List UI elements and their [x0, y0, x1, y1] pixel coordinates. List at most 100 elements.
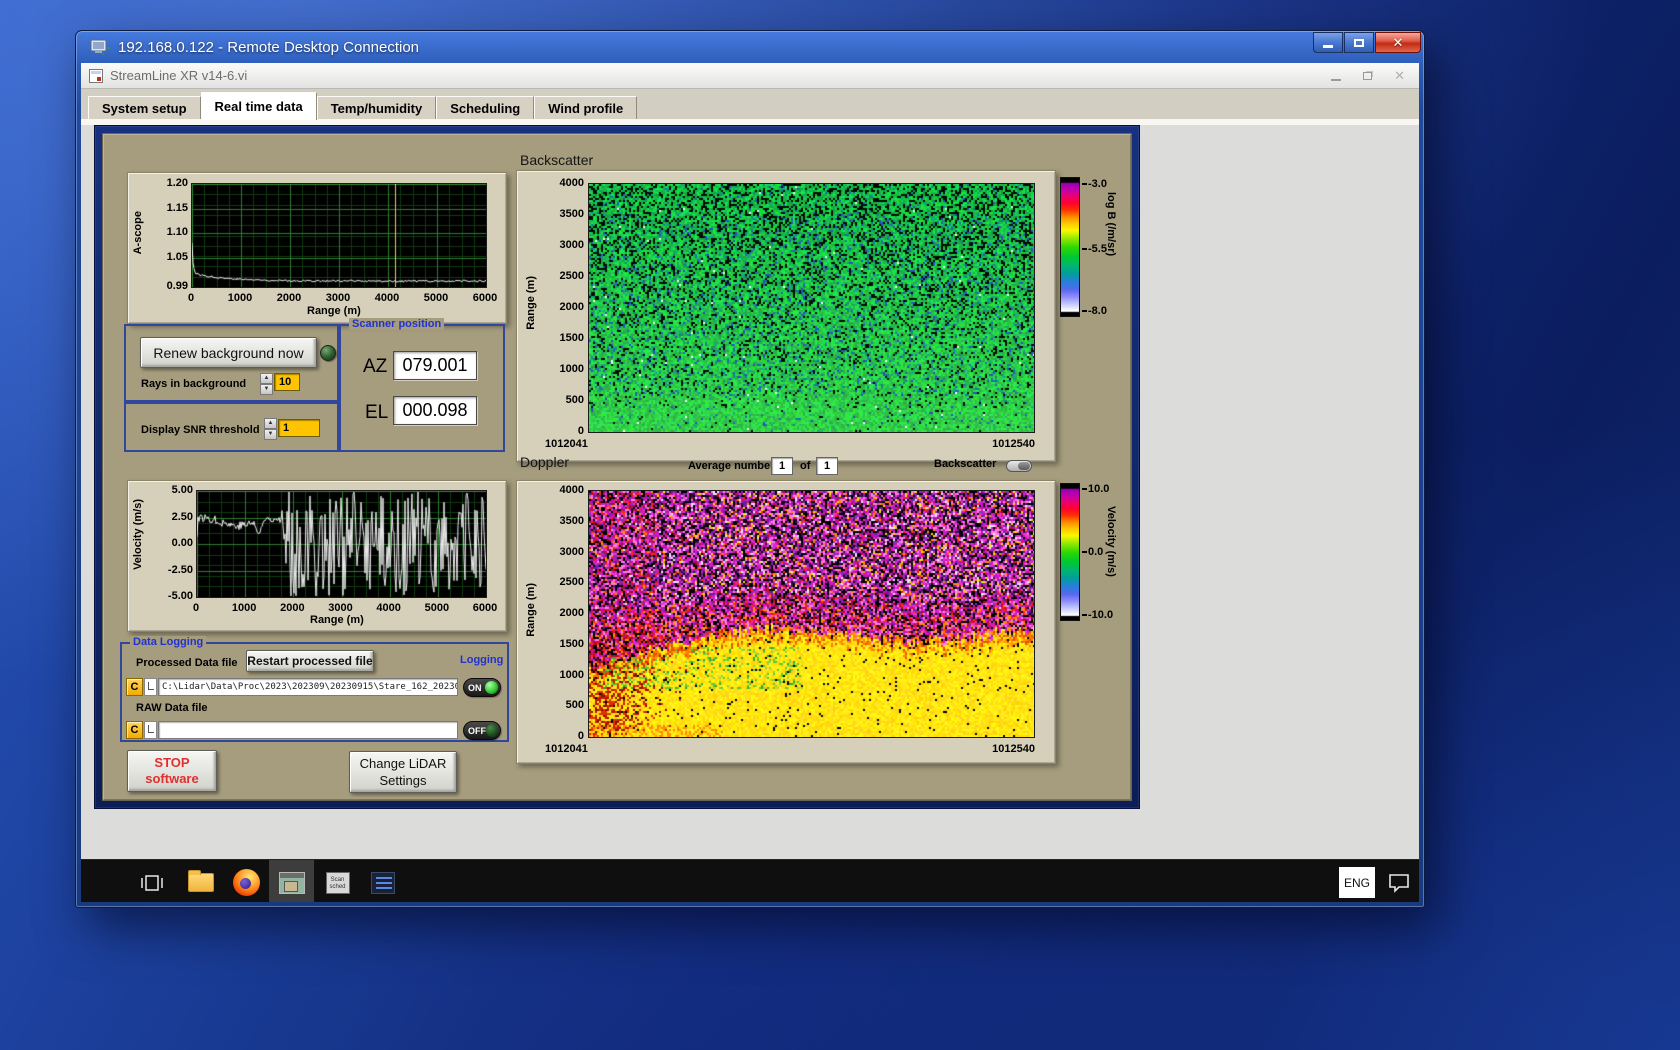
app-titlebar[interactable]: StreamLine XR v14-6.vi ✕ — [81, 63, 1419, 89]
processed-browse-icon[interactable] — [144, 678, 157, 696]
change-lidar-settings-button[interactable]: Change LiDAR Settings — [349, 751, 457, 793]
doppler-title: Doppler — [520, 454, 570, 470]
axis-tick-label: 0 — [577, 730, 584, 742]
firefox-button[interactable] — [224, 860, 269, 902]
raw-path-field[interactable] — [158, 721, 458, 739]
backscatter-display-toggle[interactable] — [1006, 460, 1032, 472]
toggle-knob-icon — [1018, 462, 1030, 470]
data-logging-groupbox: Data Logging Processed Data file Restart… — [120, 636, 509, 742]
average-number-input[interactable]: 1 — [771, 457, 793, 475]
backscatter-x-start: 1012041 — [545, 438, 588, 450]
notifications-button[interactable] — [1387, 872, 1411, 899]
axis-tick-label: 500 — [565, 699, 584, 712]
app-minimize-button[interactable] — [1331, 79, 1342, 81]
tab-bar: System setup Real time data Temp/humidit… — [81, 89, 1419, 120]
background-led — [320, 345, 336, 361]
el-label: EL — [365, 402, 389, 423]
snr-input[interactable]: 1 — [278, 419, 320, 437]
maximize-button[interactable] — [1344, 32, 1374, 53]
ascope-plot-area[interactable] — [191, 183, 487, 288]
ascope-xlabel: Range (m) — [307, 305, 361, 317]
minimize-button[interactable] — [1313, 32, 1343, 53]
spinner-up-icon[interactable]: ▲ — [260, 373, 273, 384]
axis-tick-label: 1.20 — [166, 177, 188, 189]
backscatter-title: Backscatter — [520, 152, 594, 168]
scan-scheduler-button[interactable]: Scan sched — [315, 860, 360, 902]
processed-drive-button[interactable]: C — [126, 678, 143, 696]
app-window-icon — [278, 871, 305, 894]
spinner-up-icon[interactable]: ▲ — [264, 418, 277, 429]
toggle-led-on-icon — [485, 681, 498, 694]
language-indicator[interactable]: ENG — [1339, 867, 1375, 898]
doppler-yticks: 4000 3500 3000 2500 2000 1500 1000 500 0 — [543, 484, 584, 742]
close-button[interactable]: ✕ — [1375, 32, 1421, 53]
axis-tick-label: 1.05 — [166, 250, 188, 263]
backscatter-colorbar — [1060, 177, 1080, 317]
scanner-position-groupbox: Scanner position AZ 079.001 EL 000.098 — [339, 318, 505, 452]
axis-tick-label: 3000 — [325, 292, 351, 304]
velocity-yticks: 5.00 2.50 0.00 -2.50 -5.00 — [146, 484, 193, 602]
axis-tick-label: 3000 — [559, 545, 584, 558]
backscatter-plot-area[interactable] — [588, 183, 1035, 433]
axis-tick-label: 0 — [192, 602, 200, 614]
axis-tick-label: 1.10 — [166, 226, 188, 239]
velocity-graph: Velocity (m/s) 5.00 2.50 0.00 -2.50 -5.00 0 1… — [127, 480, 507, 632]
renew-background-button[interactable]: Renew background now — [140, 337, 317, 368]
spinner-down-icon[interactable]: ▼ — [260, 384, 273, 395]
axis-tick-label: 3000 — [328, 602, 353, 614]
axis-tick-label: 4000 — [559, 484, 584, 496]
task-view-icon — [140, 874, 163, 891]
taskbar: Scan sched ENG — [81, 859, 1419, 902]
stop-software-button[interactable]: STOP software — [127, 750, 217, 792]
rdp-window-controls: ✕ — [1313, 32, 1421, 53]
streamline-app-button[interactable] — [269, 860, 314, 902]
documents-app-button[interactable] — [360, 860, 405, 902]
rdp-titlebar[interactable]: 192.168.0.122 - Remote Desktop Connectio… — [76, 31, 1424, 63]
documents-app-icon — [370, 871, 395, 894]
rdp-window-title: 192.168.0.122 - Remote Desktop Connectio… — [118, 38, 420, 56]
toggle-on-label: ON — [468, 682, 482, 693]
axis-tick-label: 5000 — [423, 292, 449, 304]
scanner-position-title: Scanner position — [349, 318, 445, 330]
doppler-plot-area[interactable] — [588, 490, 1035, 738]
restart-processed-file-button[interactable]: Restart processed file — [246, 650, 374, 672]
tab-system-setup[interactable]: System setup — [88, 96, 201, 119]
axis-tick-label: 1000 — [231, 602, 257, 614]
axis-tick-label: 3000 — [559, 239, 584, 251]
spinner-down-icon[interactable]: ▼ — [264, 429, 277, 440]
logging-label: Logging — [460, 654, 504, 666]
raw-logging-toggle[interactable]: OFF — [463, 721, 501, 740]
tab-real-time-data[interactable]: Real time data — [200, 92, 317, 120]
velocity-plot-area[interactable] — [196, 490, 487, 598]
tab-scheduling[interactable]: Scheduling — [436, 96, 535, 119]
az-label: AZ — [363, 356, 388, 377]
scan-scheduler-icon: Scan sched — [325, 871, 350, 894]
backscatter-x-end: 1012540 — [992, 438, 1035, 450]
rays-input[interactable]: 10 — [274, 373, 300, 391]
app-restore-button[interactable] — [1363, 72, 1373, 80]
data-logging-title: Data Logging — [130, 636, 207, 648]
axis-tick-label: 0.00 — [171, 537, 193, 549]
snr-spinner[interactable]: ▲ ▼ — [264, 418, 277, 440]
axis-tick-label: 1000 — [227, 292, 253, 304]
axis-tick-label: 2.50 — [171, 510, 193, 523]
axis-tick-label: 6000 — [472, 292, 498, 304]
axis-tick-label: 2500 — [559, 270, 584, 282]
tab-wind-profile[interactable]: Wind profile — [534, 96, 638, 119]
desktop: 192.168.0.122 - Remote Desktop Connectio… — [0, 0, 1680, 1050]
task-view-button[interactable] — [129, 860, 174, 902]
raw-drive-button[interactable]: C — [126, 721, 143, 739]
file-explorer-button[interactable] — [178, 860, 223, 902]
axis-tick-label: 4000 — [374, 292, 400, 304]
rays-spinner[interactable]: ▲ ▼ — [260, 373, 273, 395]
doppler-x-start: 1012041 — [545, 743, 588, 755]
remote-session: StreamLine XR v14-6.vi ✕ System setup Re… — [81, 63, 1419, 902]
chat-bubble-icon — [1389, 874, 1409, 893]
processed-path-field[interactable]: C:\Lidar\Data\Proc\2023\202309\20230915\… — [158, 678, 458, 696]
processed-logging-toggle[interactable]: ON — [463, 678, 501, 697]
average-count-input[interactable]: 1 — [816, 457, 838, 475]
raw-browse-icon[interactable] — [144, 721, 157, 739]
app-close-button[interactable]: ✕ — [1394, 68, 1405, 84]
axis-tick-label: 0.99 — [166, 280, 188, 292]
tab-temp-humidity[interactable]: Temp/humidity — [316, 96, 437, 119]
